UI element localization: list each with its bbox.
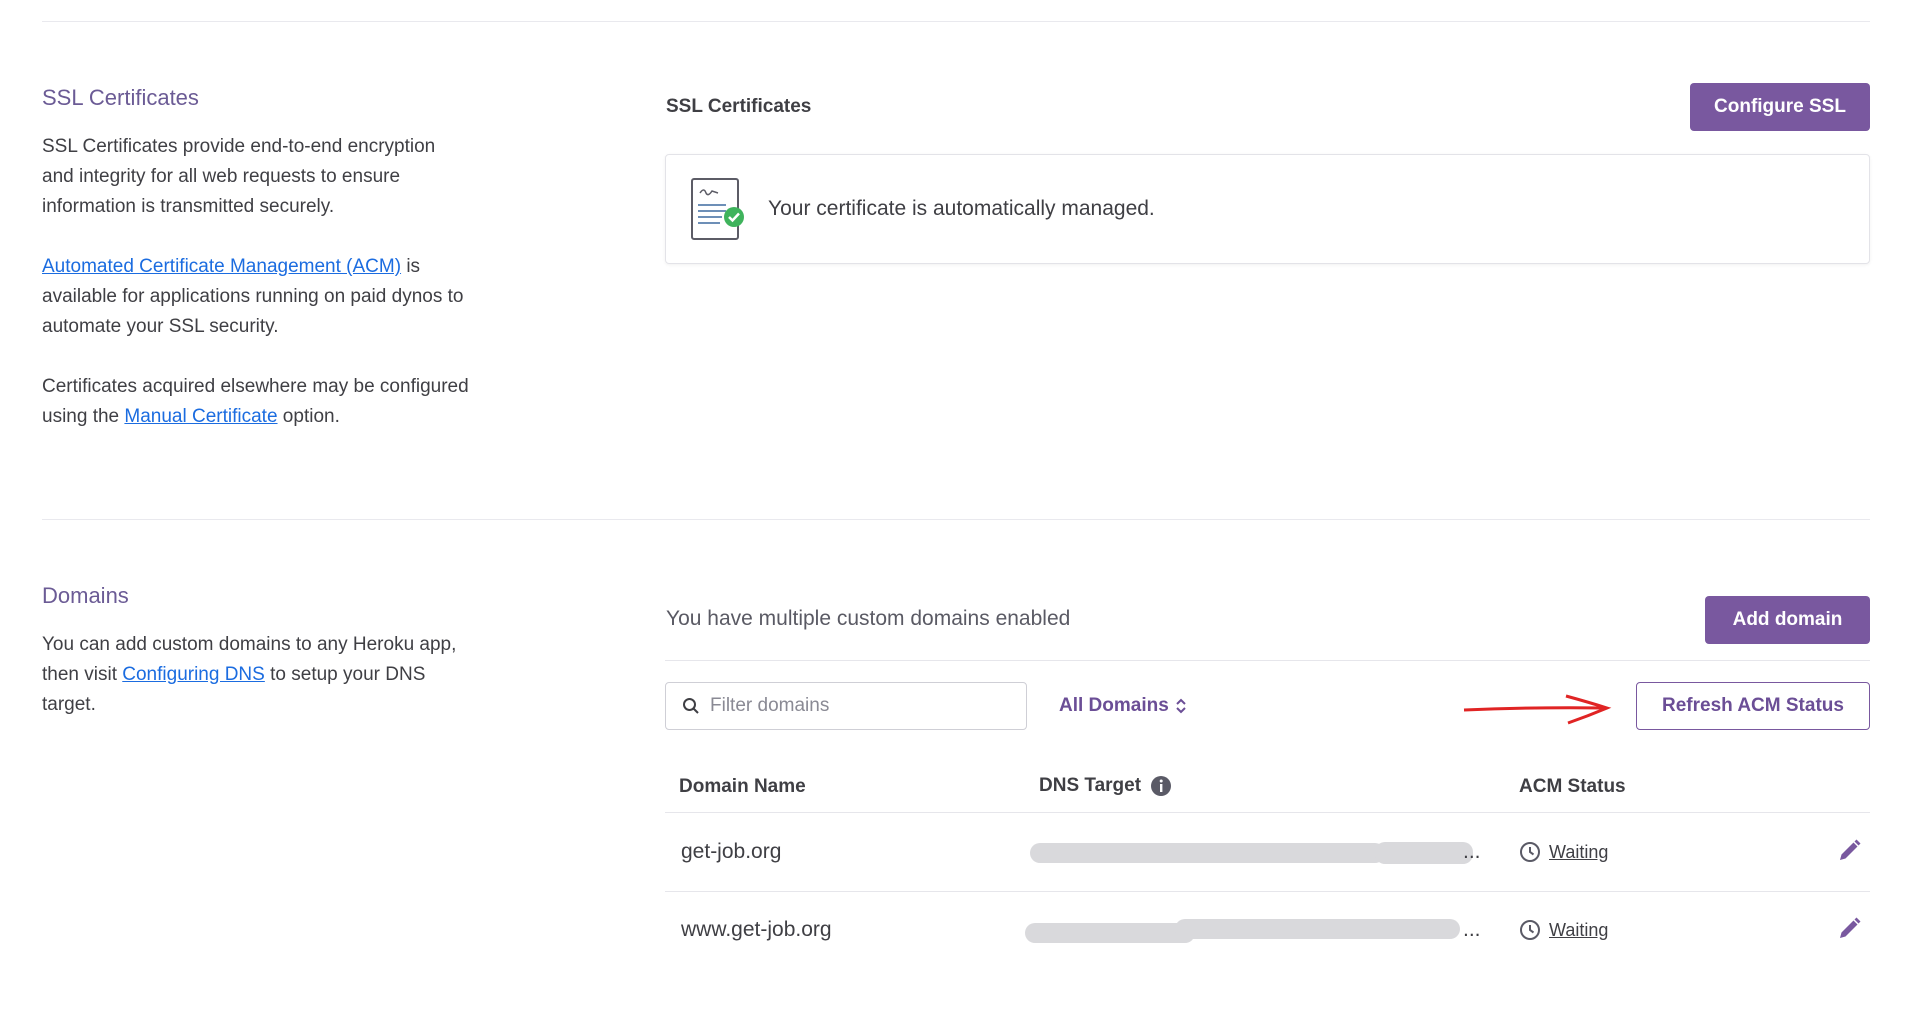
domains-summary: You have multiple custom domains enabled: [666, 607, 1071, 630]
acm-description: Automated Certificate Management (ACM) i…: [42, 252, 472, 342]
manual-cert-description: Certificates acquired elsewhere may be c…: [42, 372, 472, 432]
filter-domains-field[interactable]: [665, 682, 1027, 730]
info-icon[interactable]: [1150, 775, 1172, 797]
acm-status-text: Waiting: [1549, 919, 1609, 940]
top-divider: [42, 21, 1870, 22]
filter-domains-input[interactable]: [708, 694, 1012, 718]
annotation-arrow-icon: [1463, 694, 1612, 725]
search-icon: [682, 697, 700, 715]
ssl-description: SSL Certificates provide end-to-end encr…: [42, 136, 436, 217]
ssl-description-column: SSL Certificates SSL Certificates provid…: [42, 84, 472, 462]
domain-name-cell: www.get-job.org: [681, 918, 832, 941]
all-domains-label: All Domains: [1059, 695, 1169, 716]
domains-header-divider: [665, 660, 1870, 661]
certificate-status-card: Your certificate is automatically manage…: [665, 154, 1870, 264]
ssl-panel-title: SSL Certificates: [666, 96, 812, 117]
domain-name-cell: get-job.org: [681, 840, 782, 863]
dns-target-ellipsis: ...: [1463, 918, 1481, 941]
chevron-up-down-icon: [1175, 697, 1187, 715]
edit-pencil-icon[interactable]: [1836, 916, 1862, 942]
acm-status-waiting[interactable]: Waiting: [1519, 841, 1608, 863]
domains-description-column: Domains You can add custom domains to an…: [42, 582, 472, 750]
certificate-status-text: Your certificate is automatically manage…: [768, 197, 1155, 220]
edit-pencil-icon[interactable]: [1836, 838, 1862, 864]
redacted-dns-target-end: [1175, 919, 1460, 939]
certificate-icon: [686, 175, 746, 243]
column-domain-name: Domain Name: [679, 776, 806, 797]
add-domain-button[interactable]: Add domain: [1705, 596, 1870, 644]
configuring-dns-link[interactable]: Configuring DNS: [122, 664, 265, 685]
redacted-dns-target: [1025, 923, 1195, 943]
domains-section-title: Domains: [42, 583, 129, 608]
table-header-divider: [665, 812, 1870, 813]
acm-link[interactable]: Automated Certificate Management (ACM): [42, 256, 401, 277]
dns-target-label: DNS Target: [1039, 775, 1142, 796]
dns-target-ellipsis: ...: [1463, 840, 1481, 863]
clock-icon: [1519, 841, 1541, 863]
domains-description: You can add custom domains to any Heroku…: [42, 630, 472, 720]
column-dns-target: DNS Target: [1039, 775, 1172, 797]
redacted-dns-target: [1030, 843, 1385, 863]
acm-status-text: Waiting: [1549, 841, 1609, 862]
manual-cert-text-tail: option.: [277, 406, 340, 427]
row-divider: [665, 891, 1870, 892]
ssl-section-title: SSL Certificates: [42, 85, 199, 110]
all-domains-dropdown[interactable]: All Domains: [1059, 695, 1187, 717]
configure-ssl-button[interactable]: Configure SSL: [1690, 83, 1870, 131]
refresh-acm-status-button[interactable]: Refresh ACM Status: [1636, 682, 1870, 730]
manual-certificate-link[interactable]: Manual Certificate: [124, 406, 277, 427]
section-divider: [42, 519, 1870, 520]
clock-icon: [1519, 919, 1541, 941]
redacted-dns-target-end: [1375, 842, 1473, 864]
column-acm-status: ACM Status: [1519, 776, 1626, 797]
acm-status-waiting[interactable]: Waiting: [1519, 919, 1608, 941]
